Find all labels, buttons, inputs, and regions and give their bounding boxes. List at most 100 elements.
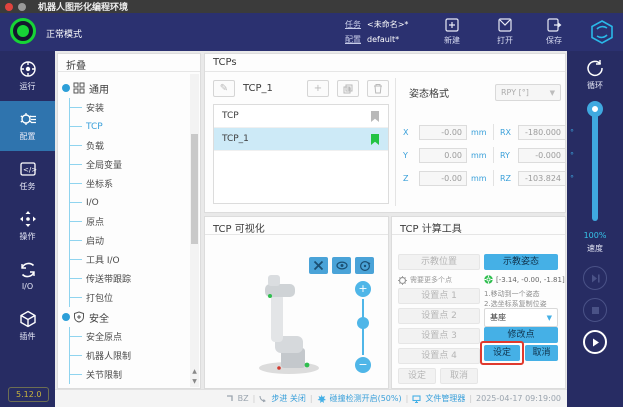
ry-field[interactable]: -0.000	[518, 148, 566, 163]
pose-readout: [-3.14, -0.00, -1.81]	[484, 275, 565, 284]
save-button[interactable]: 保存	[532, 17, 576, 46]
stop-button[interactable]	[583, 298, 607, 322]
set-point-3-button[interactable]: 设置点 3	[398, 328, 480, 344]
tree-item-safe-home[interactable]: 安全原点	[70, 327, 200, 346]
task-name: 任务<未命名>*	[345, 19, 408, 30]
new-button[interactable]: 新建	[430, 17, 474, 46]
tree-item-coordinate-system[interactable]: 坐标系	[70, 174, 200, 193]
speed-slider[interactable]	[592, 103, 598, 221]
cancel-button[interactable]: 取消	[525, 345, 558, 361]
sidebar-item-io[interactable]: I/O	[0, 251, 55, 301]
tcp-edit-row: ✎ TCP_1 +	[213, 80, 389, 97]
set-point-1-button[interactable]: 设置点 1	[398, 288, 480, 304]
wrench-icon	[313, 260, 324, 271]
tree-item-pack-position[interactable]: 打包位	[70, 288, 200, 307]
teach-position-button[interactable]: 示教位置	[398, 254, 480, 270]
tree-panel-title[interactable]: 折叠	[58, 54, 200, 72]
delete-tcp-button[interactable]	[367, 80, 389, 97]
right-control-sidebar: 循环 100% 速度	[567, 51, 623, 407]
speed-slider-handle[interactable]	[587, 101, 603, 117]
rz-field[interactable]: -103.824	[518, 171, 566, 186]
tree-scrollbar[interactable]: ▲ ▼	[190, 74, 199, 387]
bookmark-icon[interactable]	[370, 110, 380, 123]
tree-item-conveyor-tracking[interactable]: 传送带跟踪	[70, 269, 200, 288]
set-button-left[interactable]: 设定	[398, 368, 436, 384]
collapse-toggle-icon[interactable]	[62, 313, 70, 321]
sidebar-item-config[interactable]: 配置	[0, 101, 55, 151]
step-forward-button[interactable]	[583, 266, 607, 290]
collision-status[interactable]: 碰撞检测开启(50%)	[330, 393, 402, 404]
tcp-list-row[interactable]: TCP	[214, 105, 388, 128]
frame-dropdown[interactable]: 基座▼	[484, 308, 558, 327]
tree-item-tool-io[interactable]: 工具 I/O	[70, 250, 200, 269]
zoom-in-button[interactable]: +	[355, 281, 371, 297]
rx-field[interactable]: -180.000	[518, 125, 566, 140]
zoom-slider-handle[interactable]	[357, 317, 369, 329]
view-button[interactable]	[332, 257, 351, 274]
need-points-status: 需要更多个点	[398, 275, 452, 285]
pose-format-dropdown[interactable]: RPY [°]▼	[495, 84, 561, 101]
window-titlebar: 机器人图形化编程环境	[0, 0, 623, 13]
rz-label: RZ	[500, 174, 518, 183]
tree-scrollbar-thumb[interactable]	[191, 134, 198, 244]
bookmark-active-icon[interactable]	[370, 133, 380, 146]
rename-button[interactable]: ✎	[213, 80, 235, 97]
scroll-up-icon[interactable]: ▲	[190, 367, 199, 377]
tree-item-joint-limits[interactable]: 关节限制	[70, 365, 200, 384]
window-title: 机器人图形化编程环境	[38, 0, 128, 13]
step-status[interactable]: 步进 关闭	[271, 393, 306, 404]
tree-item-global-variables[interactable]: 全局变量	[70, 155, 200, 174]
set-point-2-button[interactable]: 设置点 2	[398, 308, 480, 324]
sidebar-item-task[interactable]: </> 任务	[0, 151, 55, 201]
loop-control[interactable]: 循环	[567, 58, 623, 91]
bz-indicator: BZ	[238, 394, 249, 403]
rotate-view-button[interactable]	[355, 257, 374, 274]
sidebar-item-operate[interactable]: 操作	[0, 201, 55, 251]
mode-status-icon[interactable]	[10, 18, 36, 44]
z-field[interactable]: -0.00	[419, 171, 467, 186]
sidebar-item-plugin[interactable]: 插件	[0, 301, 55, 351]
open-file-icon	[497, 17, 513, 33]
tree-item-payload[interactable]: 负载	[70, 136, 200, 155]
zoom-out-button[interactable]: −	[355, 357, 371, 373]
add-tcp-button[interactable]: +	[307, 80, 329, 97]
open-button[interactable]: 打开	[483, 17, 527, 46]
tree-item-io[interactable]: I/O	[70, 193, 200, 212]
tree-item-home[interactable]: 原点	[70, 212, 200, 231]
tree-item-startup[interactable]: 启动	[70, 231, 200, 250]
copy-tcp-button[interactable]	[337, 80, 359, 97]
scroll-down-icon[interactable]: ▼	[190, 377, 199, 387]
cancel-button-left[interactable]: 取消	[440, 368, 478, 384]
pose-fields: X -0.00 mm RX -180.000 ° Y 0.00 mm RY -0…	[403, 124, 586, 193]
tcps-panel: TCPs ✎ TCP_1 + TCP TCP_1	[204, 53, 566, 213]
version-badge: 5.12.0	[8, 387, 49, 402]
rx-unit: °	[566, 128, 586, 137]
left-nav-sidebar: 运行 配置 </> 任务 操作 I/O 插件 5.12.0	[0, 51, 55, 407]
tree-item-install[interactable]: 安装	[70, 98, 200, 117]
tcp-name-field[interactable]: TCP_1	[243, 83, 307, 94]
tree-group-safety[interactable]: 安全	[62, 307, 200, 327]
status-gear-gray-icon	[398, 276, 407, 285]
teach-pose-button[interactable]: 示教姿态	[484, 254, 558, 270]
safety-children: 安全原点 机器人限制 关节限制	[69, 327, 200, 384]
app-header: 正常模式 任务<未命名>* 配置default* 新建 打开 保存	[0, 13, 623, 51]
sidebar-item-run[interactable]: 运行	[0, 51, 55, 101]
tcp-visualization-panel: TCP 可视化 + −	[204, 216, 389, 389]
play-button[interactable]	[583, 330, 607, 354]
collapse-toggle-icon[interactable]	[62, 84, 70, 92]
file-manager-link[interactable]: 文件管理器	[425, 393, 465, 404]
tcp-list-row[interactable]: TCP_1	[214, 128, 388, 151]
speed-label: 速度	[567, 243, 623, 254]
tree-group-general[interactable]: 通用	[62, 78, 200, 98]
copy-icon	[343, 84, 353, 94]
move-icon	[19, 210, 37, 228]
robot-arm-image[interactable]	[241, 272, 331, 377]
x-label: X	[403, 128, 419, 137]
y-field[interactable]: 0.00	[419, 148, 467, 163]
x-field[interactable]: -0.00	[419, 125, 467, 140]
tree-item-robot-limits[interactable]: 机器人限制	[70, 346, 200, 365]
window-minimize-button[interactable]	[18, 3, 26, 11]
tree-item-tcp[interactable]: TCP	[70, 117, 200, 136]
set-point-4-button[interactable]: 设置点 4	[398, 348, 480, 364]
window-close-button[interactable]	[5, 3, 13, 11]
